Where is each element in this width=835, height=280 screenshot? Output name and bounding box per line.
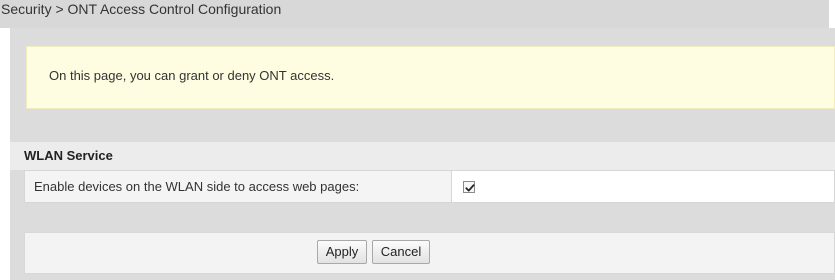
wlan-web-access-value-cell (452, 170, 835, 203)
breadcrumb: Security > ONT Access Control Configurat… (0, 0, 829, 28)
cancel-button[interactable]: Cancel (372, 240, 430, 264)
wlan-web-access-row: Enable devices on the WLAN side to acces… (24, 170, 835, 203)
checkmark-icon (465, 184, 475, 192)
button-bar: Apply Cancel (24, 232, 835, 274)
info-box: On this page, you can grant or deny ONT … (26, 46, 835, 109)
section-title-wlan-service: WLAN Service (10, 142, 835, 170)
apply-button[interactable]: Apply (317, 240, 367, 264)
content-panel: On this page, you can grant or deny ONT … (10, 28, 835, 280)
info-text: On this page, you can grant or deny ONT … (49, 68, 335, 83)
page: Security > ONT Access Control Configurat… (0, 0, 835, 280)
wlan-web-access-checkbox[interactable] (463, 181, 475, 193)
wlan-web-access-label: Enable devices on the WLAN side to acces… (24, 170, 452, 203)
